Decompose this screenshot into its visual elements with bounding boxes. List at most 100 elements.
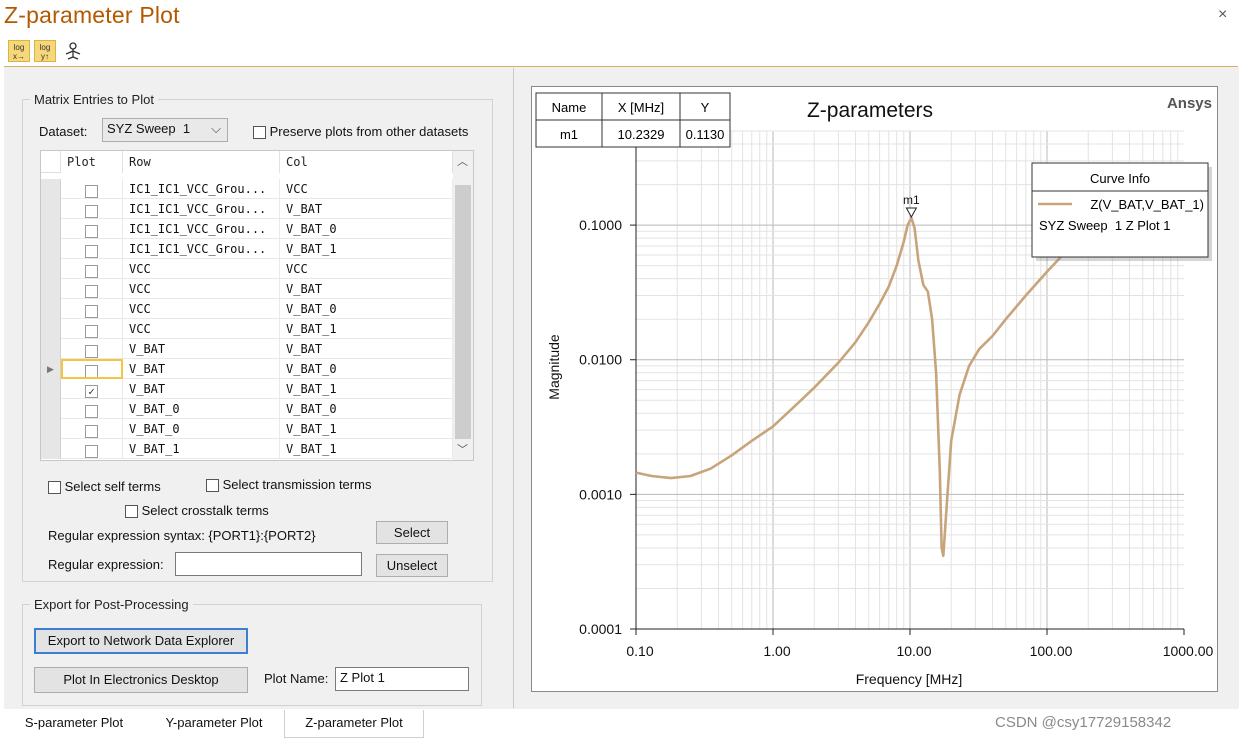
select-crosstalk-checkbox[interactable] [125,505,138,519]
close-icon[interactable]: × [1218,6,1227,24]
row-header[interactable] [41,319,61,339]
row-header[interactable] [41,399,61,419]
plot-cell[interactable] [61,239,123,259]
marker-table[interactable]: Name X [MHz] Y m1 10.2329 0.1130 [535,92,731,148]
table-row[interactable]: IC1_IC1_VCC_Grou... V_BAT [41,199,453,219]
row-header[interactable] [41,419,61,439]
plot-checkbox[interactable] [85,364,98,378]
plot-cell[interactable]: ✓ [61,379,123,399]
select-self-checkbox[interactable] [48,481,61,495]
row-cell: V_BAT [123,359,280,379]
row-header[interactable] [41,439,61,459]
plot-checkbox[interactable] [85,284,98,298]
row-header[interactable] [41,279,61,299]
regex-input[interactable] [175,552,362,576]
plot-checkbox[interactable] [85,204,98,218]
grid-header-row[interactable]: Row [123,151,280,173]
z-parameter-chart[interactable]: m1 0.10 1.00 10.00 100.00 1000.00 0.0001 0.001… [532,87,1217,691]
row-cell: IC1_IC1_VCC_Grou... [123,179,280,199]
current-row-icon[interactable]: ▶ [41,359,61,379]
col-cell: V_BAT_1 [280,439,453,459]
plot-cell[interactable] [61,179,123,199]
plot-cell[interactable] [61,319,123,339]
table-row[interactable]: V_BAT_1 V_BAT_1 [41,439,453,459]
col-cell: V_BAT_1 [280,419,453,439]
unselect-button[interactable]: Unselect [376,554,448,577]
legend-series-name: Z(V_BAT,V_BAT_1) [1090,197,1204,212]
select-crosstalk-row[interactable]: Select crosstalk terms [125,503,269,519]
table-row[interactable]: VCC VCC [41,259,453,279]
tab-y-parameter[interactable]: Y-parameter Plot [144,710,284,738]
plot-cell[interactable] [61,439,123,459]
preserve-checkbox-row[interactable]: Preserve plots from other datasets [253,124,469,140]
preserve-checkbox[interactable] [253,126,266,140]
plot-cell[interactable] [61,219,123,239]
scrollbar-thumb[interactable] [455,185,471,439]
scroll-down-icon[interactable]: ﹀ [457,441,468,457]
scroll-up-icon[interactable]: ︿ [457,153,468,169]
log-y-icon[interactable]: log y↑ [34,40,56,62]
plot-cell[interactable] [61,299,123,319]
grid-scrollbar[interactable]: ︿ ﹀ [453,151,473,460]
table-row[interactable]: ✓ V_BAT V_BAT_1 [41,379,453,399]
table-row[interactable]: IC1_IC1_VCC_Grou... V_BAT_0 [41,219,453,239]
grid-header-col[interactable]: Col [280,151,453,173]
plot-cell[interactable] [61,399,123,419]
plot-checkbox[interactable] [85,224,98,238]
curve-info-legend[interactable]: Curve Info Z(V_BAT,V_BAT_1) SYZ Sweep 1 … [1031,162,1212,261]
grid-header-plot[interactable]: Plot [61,151,123,173]
plot-checkbox[interactable] [85,244,98,258]
table-row[interactable]: V_BAT_0 V_BAT_0 [41,399,453,419]
table-row[interactable]: IC1_IC1_VCC_Grou... VCC [41,179,453,199]
row-header[interactable] [41,239,61,259]
reset-view-icon[interactable] [62,40,84,62]
row-header[interactable] [41,199,61,219]
table-row[interactable]: VCC V_BAT_1 [41,319,453,339]
export-network-data-explorer-button[interactable]: Export to Network Data Explorer [34,628,248,654]
log-x-icon[interactable]: log x→ [8,40,30,62]
row-header[interactable] [41,179,61,199]
row-header[interactable] [41,259,61,279]
plot-tabs: S-parameter Plot Y-parameter Plot Z-para… [4,710,444,738]
select-transmission-checkbox[interactable] [206,479,219,493]
row-header[interactable] [41,379,61,399]
plot-checkbox[interactable] [85,184,98,198]
table-row[interactable]: V_BAT_0 V_BAT_1 [41,419,453,439]
plot-checkbox[interactable] [85,304,98,318]
marker-triangle[interactable] [905,207,918,218]
preserve-label: Preserve plots from other datasets [269,124,469,139]
row-header[interactable] [41,339,61,359]
plot-checkbox[interactable] [85,444,98,458]
col-cell: V_BAT_1 [280,239,453,259]
row-header[interactable] [41,299,61,319]
plot-cell[interactable] [61,419,123,439]
table-row[interactable]: IC1_IC1_VCC_Grou... V_BAT_1 [41,239,453,259]
select-button[interactable]: Select [376,521,448,544]
table-row[interactable]: V_BAT V_BAT [41,339,453,359]
dataset-select[interactable]: SYZ Sweep 1 ⌵ [102,118,228,142]
row-header[interactable] [41,219,61,239]
plot-checkbox[interactable] [85,424,98,438]
plot-in-electronics-desktop-button[interactable]: Plot In Electronics Desktop [34,667,248,693]
plot-cell[interactable] [61,279,123,299]
tab-z-parameter[interactable]: Z-parameter Plot [284,710,424,738]
plot-cell[interactable] [61,259,123,279]
plot-checkbox[interactable] [85,344,98,358]
select-self-row[interactable]: Select self terms [48,479,161,495]
plot-name-input[interactable]: Z Plot 1 [335,667,469,691]
plot-checkbox-checked[interactable]: ✓ [85,384,98,398]
row-cell: VCC [123,279,280,299]
plot-cell[interactable] [61,339,123,359]
window-title: Z-parameter Plot [4,2,180,28]
col-cell: V_BAT_0 [280,219,453,239]
table-row[interactable]: VCC V_BAT_0 [41,299,453,319]
plot-checkbox[interactable] [85,264,98,278]
table-row[interactable]: VCC V_BAT [41,279,453,299]
plot-cell[interactable] [61,199,123,219]
plot-cell[interactable] [61,359,123,379]
plot-checkbox[interactable] [85,324,98,338]
tab-s-parameter[interactable]: S-parameter Plot [4,710,144,738]
select-transmission-row[interactable]: Select transmission terms [206,477,371,493]
plot-checkbox[interactable] [85,404,98,418]
table-row[interactable]: ▶ V_BAT V_BAT_0 [41,359,453,379]
